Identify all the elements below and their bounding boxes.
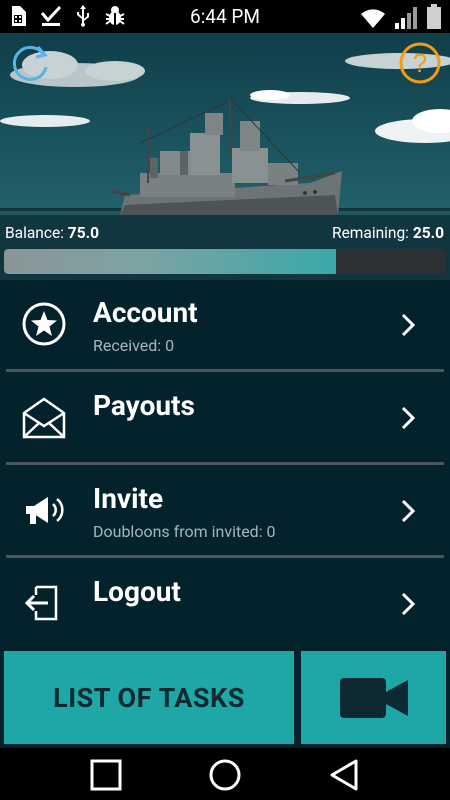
logout-icon (24, 585, 58, 621)
signal-icon (395, 7, 417, 29)
divider (6, 462, 444, 465)
balance: Balance: 75.0 (5, 224, 99, 242)
chevron-right-icon (401, 499, 416, 523)
system-nav-bar (0, 748, 450, 800)
battery-icon (427, 4, 441, 29)
home-icon[interactable] (208, 758, 242, 792)
status-right-icons (360, 4, 442, 30)
remaining: Remaining: 25.0 (332, 224, 444, 242)
list-of-tasks-button[interactable]: LIST OF TASKS (4, 651, 294, 744)
balance-label: Balance: (5, 224, 64, 242)
refresh-icon[interactable] (8, 41, 52, 85)
envelope-icon (22, 397, 66, 439)
menu-item-logout[interactable]: Logout (0, 559, 450, 649)
menu-item-title: Invite (93, 482, 164, 515)
menu-item-title: Payouts (93, 389, 195, 422)
star-icon (22, 302, 66, 346)
menu-item-invite[interactable]: Invite Doubloons from invited: 0 (0, 466, 450, 556)
menu-item-account[interactable]: Account Received: 0 (0, 280, 450, 370)
chevron-right-icon (401, 406, 416, 430)
menu-item-title: Account (93, 296, 198, 329)
balance-row: Balance: 75.0 Remaining: 25.0 (0, 223, 450, 247)
help-icon[interactable]: ? (398, 41, 442, 85)
balance-progress-bar (4, 249, 446, 274)
menu-item-payouts[interactable]: Payouts (0, 373, 450, 463)
progress-fill (4, 249, 336, 274)
main-menu: Account Received: 0 Payouts Invite Doubl… (0, 280, 450, 648)
chevron-right-icon (401, 313, 416, 337)
svg-text:?: ? (413, 48, 427, 78)
wifi-icon (361, 9, 385, 28)
megaphone-icon (26, 497, 64, 524)
divider (6, 369, 444, 372)
back-icon[interactable] (327, 758, 361, 792)
video-camera-icon (339, 677, 408, 718)
video-button[interactable] (301, 651, 446, 744)
divider (6, 555, 444, 558)
recents-icon[interactable] (89, 758, 123, 792)
chevron-right-icon (401, 592, 416, 616)
remaining-label: Remaining: (332, 224, 409, 242)
menu-item-subtitle: Received: 0 (93, 336, 175, 355)
bottom-actions: LIST OF TASKS (0, 648, 450, 748)
menu-item-subtitle: Doubloons from invited: 0 (93, 522, 276, 541)
remaining-value: 25.0 (412, 224, 444, 242)
hero-banner: ? Balance: 75.0 Remaining: 25.0 (0, 33, 450, 280)
menu-item-title: Logout (93, 575, 181, 608)
status-bar: 6:44 PM (0, 0, 450, 33)
balance-value: 75.0 (67, 224, 99, 242)
